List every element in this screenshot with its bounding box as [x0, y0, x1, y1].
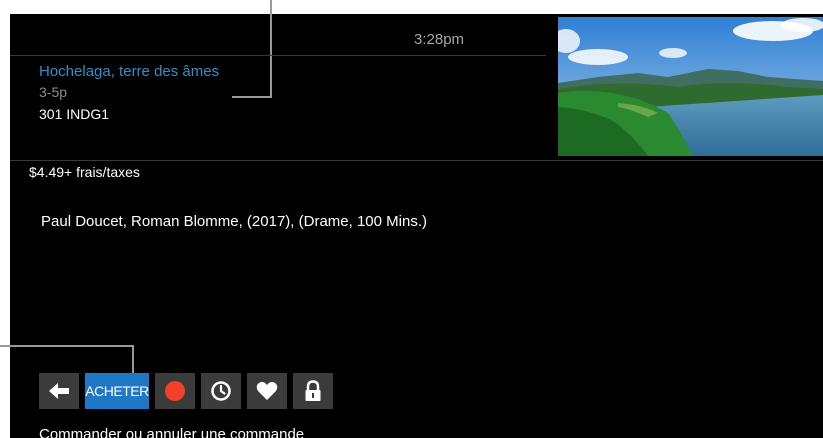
callout-line-top-horizontal	[232, 96, 272, 98]
clock-time: 3:28pm	[414, 31, 465, 48]
action-bar: ACHETER	[39, 373, 333, 409]
reminder-button[interactable]	[201, 373, 241, 409]
back-button[interactable]	[39, 373, 79, 409]
buy-button[interactable]: ACHETER	[85, 373, 149, 409]
landscape-image	[558, 17, 823, 156]
clock-icon	[211, 381, 231, 401]
record-button[interactable]	[155, 373, 195, 409]
favorite-button[interactable]	[247, 373, 287, 409]
heart-icon	[256, 381, 278, 400]
lock-icon	[305, 380, 321, 401]
header-divider	[10, 55, 546, 56]
program-thumbnail	[558, 17, 823, 156]
record-icon	[165, 381, 185, 401]
back-arrow-icon	[49, 383, 69, 399]
info-divider	[10, 160, 823, 161]
program-price: $4.49+ frais/taxes	[29, 164, 140, 180]
callout-line-top	[270, 0, 272, 14]
action-hint: Commander ou annuler une commande	[39, 426, 305, 438]
program-credits: Paul Doucet, Roman Blomme, (2017), (Dram…	[41, 213, 427, 230]
callout-line-left-vertical	[132, 345, 134, 375]
callout-line-top-vertical	[270, 14, 272, 98]
tv-guide-screen: 3:28pm Hochelaga, terre des âmes 3-5p 30…	[10, 14, 823, 438]
program-time: 3-5p	[39, 84, 68, 100]
callout-line-left	[0, 345, 10, 347]
callout-line-left-horizontal	[10, 345, 134, 347]
program-title[interactable]: Hochelaga, terre des âmes	[39, 63, 219, 80]
lock-button[interactable]	[293, 373, 333, 409]
program-channel: 301 INDG1	[39, 106, 110, 122]
